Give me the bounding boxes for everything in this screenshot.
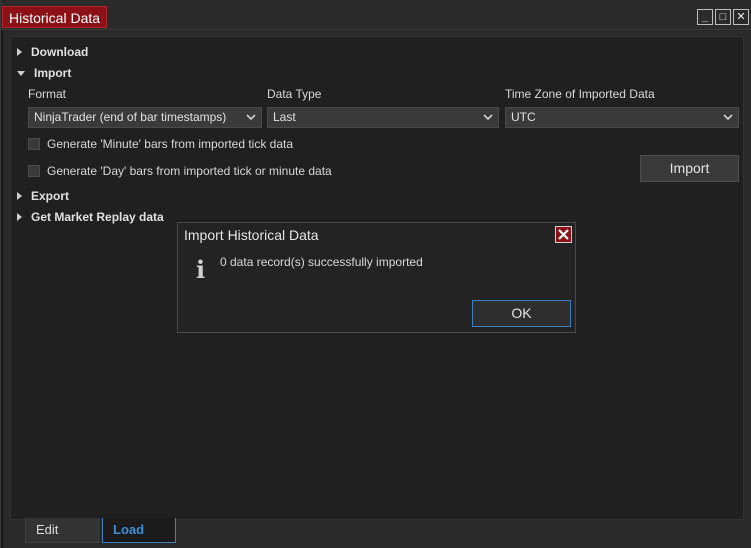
collapse-arrow-icon bbox=[17, 70, 25, 76]
ok-button[interactable]: OK bbox=[472, 300, 571, 327]
section-market-replay[interactable]: Get Market Replay data bbox=[17, 210, 164, 224]
maximize-button[interactable]: □ bbox=[715, 9, 731, 25]
minute-bars-checkbox[interactable] bbox=[28, 138, 40, 150]
data-type-select[interactable]: Last bbox=[267, 107, 499, 128]
close-button[interactable]: ✕ bbox=[733, 9, 749, 25]
data-type-label: Data Type bbox=[267, 87, 322, 101]
window-title: Historical Data bbox=[2, 6, 108, 28]
section-export[interactable]: Export bbox=[17, 189, 69, 203]
section-market-replay-label: Get Market Replay data bbox=[31, 210, 164, 224]
section-import[interactable]: Import bbox=[17, 66, 71, 80]
section-download-label: Download bbox=[31, 45, 89, 59]
expand-arrow-icon bbox=[17, 48, 22, 56]
tab-edit[interactable]: Edit bbox=[25, 518, 99, 543]
bottom-tab-bar: Edit Load bbox=[25, 518, 176, 543]
info-icon: i bbox=[196, 255, 206, 284]
format-label: Format bbox=[28, 87, 67, 101]
time-zone-select[interactable]: UTC bbox=[505, 107, 739, 128]
import-button[interactable]: Import bbox=[640, 155, 739, 182]
day-bars-option[interactable]: Generate 'Day' bars from imported tick o… bbox=[28, 164, 332, 178]
time-zone-label: Time Zone of Imported Data bbox=[505, 87, 655, 101]
data-type-select-value: Last bbox=[273, 110, 296, 124]
day-bars-checkbox[interactable] bbox=[28, 165, 40, 177]
historical-data-window: Historical Data _ □ ✕ Download Import Fo… bbox=[0, 0, 751, 548]
dialog-message: 0 data record(s) successfully imported bbox=[220, 255, 423, 269]
minimize-button[interactable]: _ bbox=[697, 9, 713, 25]
expand-arrow-icon bbox=[17, 213, 22, 221]
format-select-value: NinjaTrader (end of bar timestamps) bbox=[34, 110, 227, 124]
dialog-title: Import Historical Data bbox=[184, 227, 319, 243]
section-download[interactable]: Download bbox=[17, 45, 88, 59]
left-edge bbox=[1, 30, 3, 548]
time-zone-select-value: UTC bbox=[511, 110, 536, 124]
minute-bars-label: Generate 'Minute' bars from imported tic… bbox=[47, 137, 294, 151]
day-bars-label: Generate 'Day' bars from imported tick o… bbox=[47, 164, 332, 178]
title-bar[interactable]: Historical Data _ □ ✕ bbox=[1, 0, 751, 30]
close-icon bbox=[558, 229, 569, 240]
import-result-dialog: Import Historical Data i 0 data record(s… bbox=[177, 222, 576, 333]
chevron-down-icon bbox=[246, 114, 256, 121]
tab-load[interactable]: Load bbox=[102, 518, 176, 543]
section-export-label: Export bbox=[31, 189, 70, 203]
chevron-down-icon bbox=[723, 114, 733, 121]
chevron-down-icon bbox=[483, 114, 493, 121]
dialog-close-button[interactable] bbox=[555, 226, 572, 243]
minute-bars-option[interactable]: Generate 'Minute' bars from imported tic… bbox=[28, 137, 293, 151]
section-import-label: Import bbox=[34, 66, 72, 80]
window-controls: _ □ ✕ bbox=[697, 9, 749, 25]
format-select[interactable]: NinjaTrader (end of bar timestamps) bbox=[28, 107, 262, 128]
expand-arrow-icon bbox=[17, 192, 22, 200]
